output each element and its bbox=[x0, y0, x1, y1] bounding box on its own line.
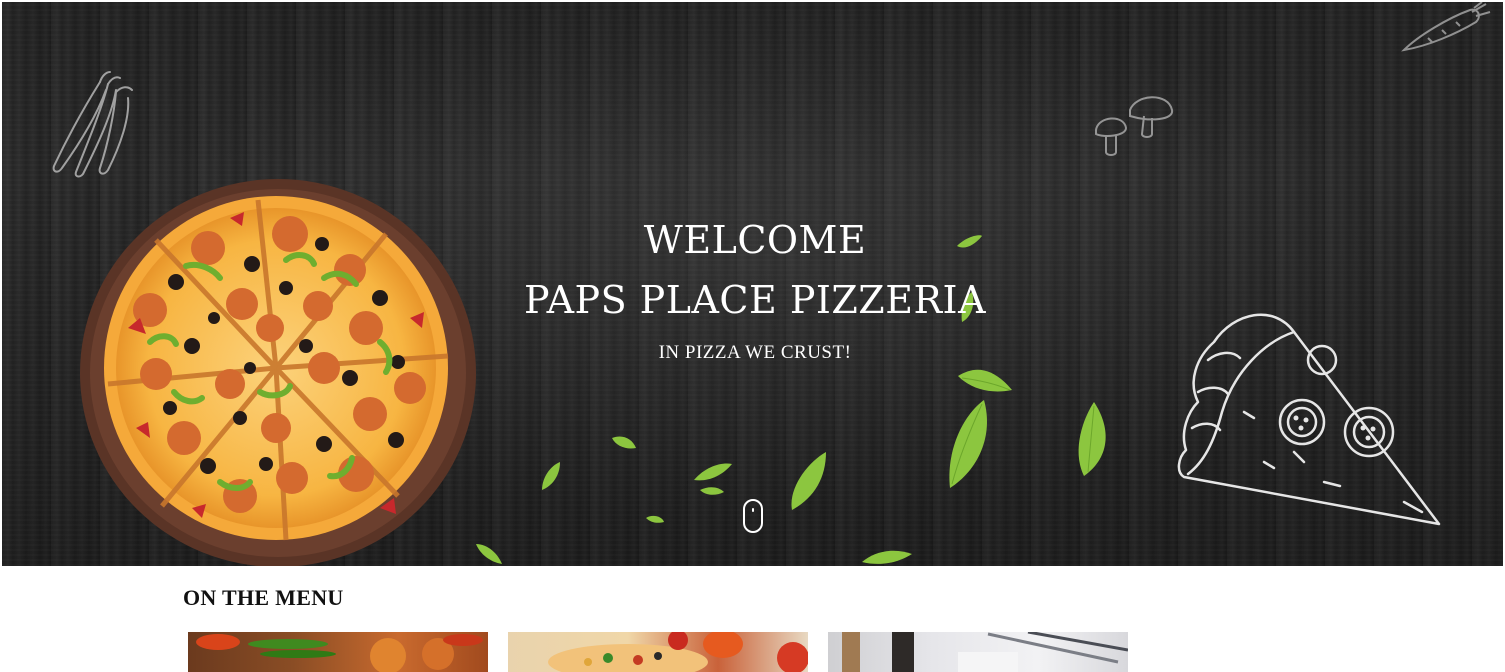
menu-heading: ON THE MENU bbox=[183, 585, 344, 610]
hero-title-line2: PAPS PLACE PIZZERIA bbox=[523, 278, 987, 322]
menu-card-pizza-vegetables[interactable] bbox=[508, 632, 808, 672]
menu-card-table-setting[interactable] bbox=[828, 632, 1128, 672]
scroll-mouse-icon[interactable] bbox=[743, 499, 763, 533]
hero-banner: WELCOME PAPS PLACE PIZZERIA IN PIZZA WE … bbox=[2, 2, 1503, 566]
hero-title: WELCOME PAPS PLACE PIZZERIA bbox=[455, 210, 1055, 330]
menu-card-pizza-peppers[interactable] bbox=[188, 632, 488, 672]
table-setting-photo bbox=[842, 632, 1128, 672]
pizza-with-peppers-photo bbox=[196, 634, 483, 672]
pizza-with-vegetables-photo bbox=[548, 632, 808, 672]
hero-title-line1: WELCOME bbox=[643, 218, 867, 262]
hero-subtitle: IN PIZZA WE CRUST! bbox=[658, 342, 852, 363]
